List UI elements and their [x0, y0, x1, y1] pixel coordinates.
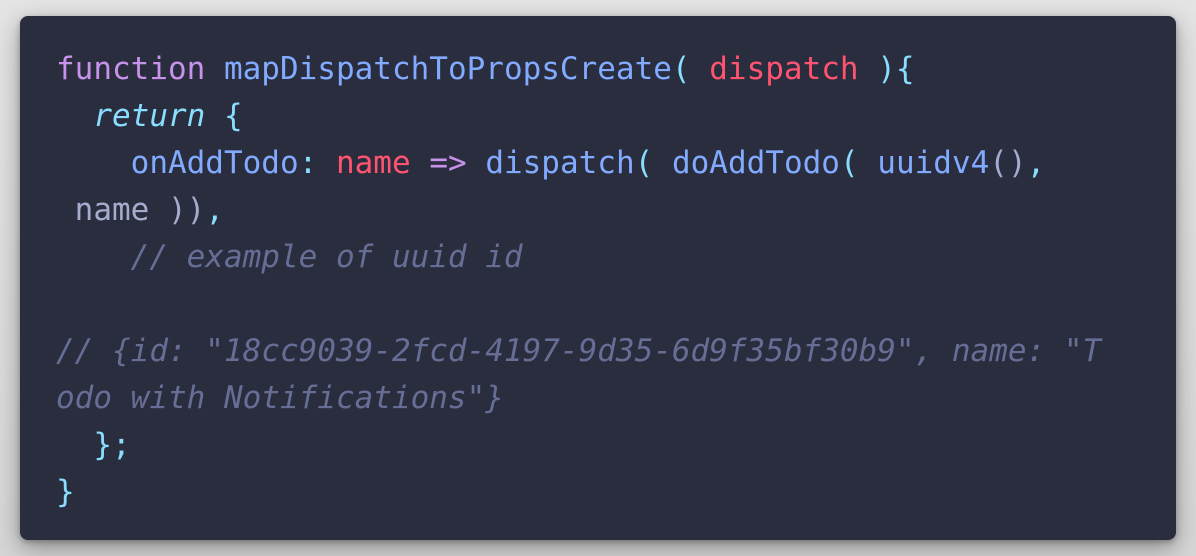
- paren: (: [839, 145, 859, 181]
- name-parameter: name: [335, 145, 411, 181]
- dispatch-call: dispatch: [485, 145, 635, 181]
- comment-id-object-cont: odo with Notifications"}: [56, 380, 504, 416]
- comma: ,: [205, 192, 224, 228]
- code-line-8: odo with Notifications"}: [56, 375, 1176, 422]
- comment-example: // example of uuid id: [130, 239, 523, 275]
- uuidv4-call: uuidv4: [877, 145, 990, 181]
- colon: :: [298, 145, 318, 181]
- code-line-10: }: [56, 469, 1176, 516]
- on-add-todo-property: onAddTodo: [130, 145, 299, 181]
- paren: (: [634, 145, 654, 181]
- function-name: mapDispatchToPropsCreate: [223, 51, 672, 87]
- code-line-4: name )),: [56, 187, 1176, 234]
- comma: ,: [1026, 145, 1046, 181]
- code-line-7: // {id: "18cc9039-2fcd-4197-9d35-6d9f35b…: [56, 328, 1176, 375]
- open-paren: (: [671, 51, 691, 87]
- arrow-operator: =>: [429, 145, 467, 181]
- call-parens: (): [989, 145, 1027, 181]
- code-line-3: onAddTodo: name => dispatch( doAddTodo( …: [56, 140, 1176, 187]
- dispatch-parameter: dispatch: [709, 51, 859, 87]
- code-block: function mapDispatchToPropsCreate( dispa…: [20, 16, 1176, 540]
- code-line-1: function mapDispatchToPropsCreate( dispa…: [56, 46, 1176, 93]
- close-brace: }: [56, 474, 75, 510]
- function-keyword: function: [56, 51, 206, 87]
- close-brace-semicolon: };: [93, 427, 131, 463]
- return-keyword: return: [93, 98, 206, 134]
- code-line-9: };: [56, 422, 1176, 469]
- open-brace: {: [223, 98, 243, 134]
- code-line-5: // example of uuid id: [56, 234, 1176, 281]
- close-paren-brace: ){: [877, 51, 915, 87]
- code-line-6-blank: [56, 281, 1176, 328]
- comment-id-object: // {id: "18cc9039-2fcd-4197-9d35-6d9f35b…: [56, 333, 1102, 369]
- name-argument: name: [74, 192, 150, 228]
- code-line-2: return {: [56, 93, 1176, 140]
- do-add-todo-call: doAddTodo: [671, 145, 840, 181]
- close-parens: )): [168, 192, 206, 228]
